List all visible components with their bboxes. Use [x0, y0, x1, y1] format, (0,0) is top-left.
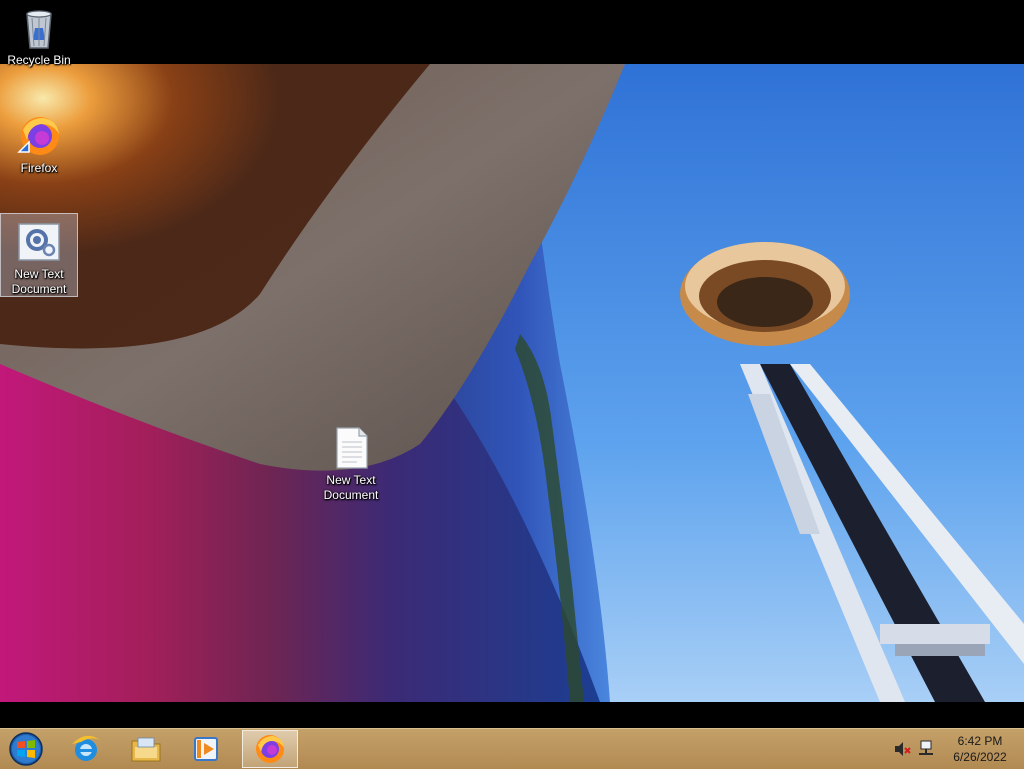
- media-player-icon: [194, 737, 218, 761]
- recycle-bin[interactable]: Recycle Bin: [1, 0, 77, 68]
- system-clock[interactable]: 6:42 PM 6/26/2022: [948, 733, 1012, 765]
- settings-document-icon: [18, 223, 60, 261]
- firefox-icon: [17, 117, 59, 155]
- clock-date: 6/26/2022: [953, 750, 1007, 764]
- taskbar-firefox[interactable]: [242, 730, 298, 768]
- taskbar-media-player[interactable]: [178, 730, 234, 768]
- desktop[interactable]: Recycle Bin Firefox New Text Document Ne…: [0, 0, 1024, 728]
- network-icon[interactable]: [916, 739, 936, 759]
- system-tray: [892, 729, 936, 769]
- clock-time: 6:42 PM: [957, 734, 1003, 748]
- volume-muted-icon[interactable]: [892, 739, 912, 759]
- firefox-icon: [256, 735, 284, 763]
- file-explorer-icon: [131, 737, 161, 762]
- recycle-bin-icon: [26, 10, 52, 49]
- new-text-document-label: New Text Document: [11, 267, 67, 296]
- taskbar: 6:42 PM 6/26/2022: [0, 728, 1024, 769]
- recycle-bin-label: Recycle Bin: [7, 53, 71, 67]
- wallpaper: [0, 64, 1024, 702]
- firefox-shortcut[interactable]: Firefox: [1, 108, 77, 176]
- taskbar-internet-explorer[interactable]: [58, 730, 114, 768]
- firefox-label: Firefox: [20, 161, 58, 175]
- new-text-document-label: New Text Document: [323, 473, 379, 502]
- taskbar-file-explorer[interactable]: [118, 730, 174, 768]
- text-document-icon: [336, 427, 368, 469]
- new-text-document[interactable]: New Text Document: [313, 420, 389, 503]
- new-text-document-selected[interactable]: New Text Document: [0, 213, 78, 297]
- internet-explorer-icon: [72, 735, 100, 761]
- start-button[interactable]: [6, 731, 46, 767]
